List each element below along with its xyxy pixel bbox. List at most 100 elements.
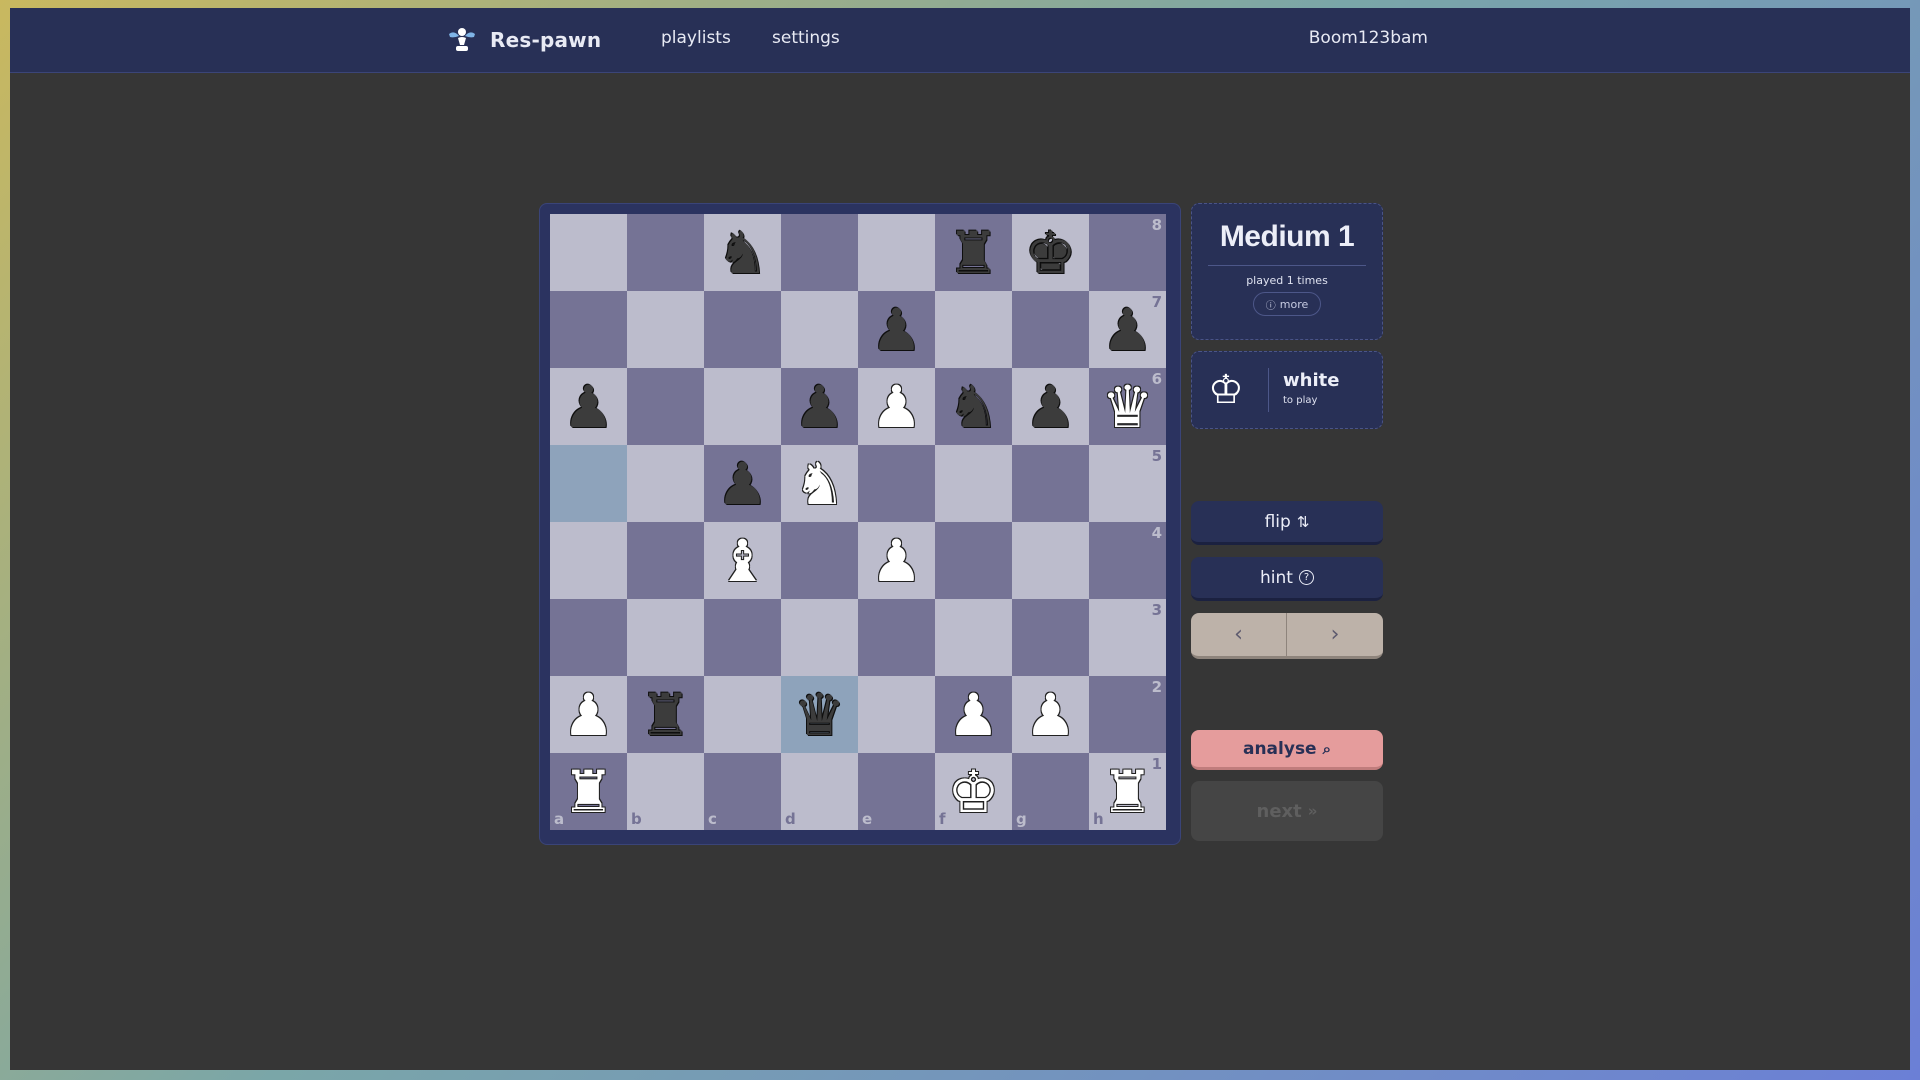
- square-a5[interactable]: [550, 445, 627, 522]
- square-f6[interactable]: ♞: [935, 368, 1012, 445]
- square-d2[interactable]: ♛: [781, 676, 858, 753]
- square-h7[interactable]: 7 ♟: [1089, 291, 1166, 368]
- square-d4[interactable]: [781, 522, 858, 599]
- more-info-button[interactable]: ⓘ more: [1253, 292, 1321, 316]
- square-h5[interactable]: 5: [1089, 445, 1166, 522]
- square-c4[interactable]: ♝: [704, 522, 781, 599]
- square-c6[interactable]: [704, 368, 781, 445]
- black-pawn-icon[interactable]: ♟: [1012, 368, 1089, 445]
- square-a4[interactable]: [550, 522, 627, 599]
- square-e3[interactable]: [858, 599, 935, 676]
- white-queen-icon[interactable]: ♛: [1089, 368, 1166, 445]
- square-b5[interactable]: [627, 445, 704, 522]
- square-g6[interactable]: ♟: [1012, 368, 1089, 445]
- user-account-link[interactable]: Boom123bam: [1309, 28, 1428, 48]
- square-d6[interactable]: ♟: [781, 368, 858, 445]
- brand-logo-link[interactable]: Res-pawn: [446, 22, 601, 58]
- square-d8[interactable]: [781, 214, 858, 291]
- square-h3[interactable]: 3: [1089, 599, 1166, 676]
- next-puzzle-button[interactable]: next »: [1191, 781, 1383, 841]
- square-g8[interactable]: ♚: [1012, 214, 1089, 291]
- square-c3[interactable]: [704, 599, 781, 676]
- white-pawn-icon[interactable]: ♟: [1012, 676, 1089, 753]
- white-pawn-icon[interactable]: ♟: [858, 368, 935, 445]
- black-pawn-icon[interactable]: ♟: [858, 291, 935, 368]
- square-f2[interactable]: ♟: [935, 676, 1012, 753]
- square-e1[interactable]: e: [858, 753, 935, 830]
- square-a2[interactable]: ♟: [550, 676, 627, 753]
- square-h8[interactable]: 8: [1089, 214, 1166, 291]
- square-f7[interactable]: [935, 291, 1012, 368]
- flip-board-button[interactable]: flip ⇅: [1191, 501, 1383, 545]
- hint-button[interactable]: hint ?: [1191, 557, 1383, 601]
- black-rook-icon[interactable]: ♜: [935, 214, 1012, 291]
- square-a3[interactable]: [550, 599, 627, 676]
- black-pawn-icon[interactable]: ♟: [550, 368, 627, 445]
- square-h1[interactable]: 1 h ♜: [1089, 753, 1166, 830]
- square-a7[interactable]: [550, 291, 627, 368]
- square-c7[interactable]: [704, 291, 781, 368]
- square-e8[interactable]: [858, 214, 935, 291]
- square-b4[interactable]: [627, 522, 704, 599]
- square-g4[interactable]: [1012, 522, 1089, 599]
- black-knight-icon[interactable]: ♞: [935, 368, 1012, 445]
- square-h4[interactable]: 4: [1089, 522, 1166, 599]
- nav-settings-link[interactable]: settings: [772, 28, 840, 48]
- square-g7[interactable]: [1012, 291, 1089, 368]
- square-g5[interactable]: [1012, 445, 1089, 522]
- square-h2[interactable]: 2: [1089, 676, 1166, 753]
- square-c8[interactable]: ♞: [704, 214, 781, 291]
- moon-icon[interactable]: [1454, 26, 1476, 48]
- white-pawn-icon[interactable]: ♟: [935, 676, 1012, 753]
- square-d5[interactable]: ♞: [781, 445, 858, 522]
- black-queen-icon[interactable]: ♛: [781, 676, 858, 753]
- square-d1[interactable]: d: [781, 753, 858, 830]
- square-e2[interactable]: [858, 676, 935, 753]
- next-move-button[interactable]: ›: [1287, 613, 1383, 659]
- black-king-icon[interactable]: ♚: [1012, 214, 1089, 291]
- black-rook-icon[interactable]: ♜: [627, 676, 704, 753]
- square-c2[interactable]: [704, 676, 781, 753]
- white-bishop-icon[interactable]: ♝: [704, 522, 781, 599]
- white-rook-icon[interactable]: ♜: [550, 753, 627, 830]
- square-b7[interactable]: [627, 291, 704, 368]
- black-pawn-icon[interactable]: ♟: [781, 368, 858, 445]
- previous-move-button[interactable]: ‹: [1191, 613, 1287, 659]
- square-f8[interactable]: ♜: [935, 214, 1012, 291]
- white-rook-icon[interactable]: ♜: [1089, 753, 1166, 830]
- white-pawn-icon[interactable]: ♟: [550, 676, 627, 753]
- square-g1[interactable]: g: [1012, 753, 1089, 830]
- square-d3[interactable]: [781, 599, 858, 676]
- square-f1[interactable]: f ♚: [935, 753, 1012, 830]
- white-king-icon[interactable]: ♚: [935, 753, 1012, 830]
- square-f5[interactable]: [935, 445, 1012, 522]
- nav-playlists-link[interactable]: playlists: [661, 28, 731, 48]
- white-pawn-icon[interactable]: ♟: [858, 522, 935, 599]
- square-f4[interactable]: [935, 522, 1012, 599]
- square-h6[interactable]: 6 ♛: [1089, 368, 1166, 445]
- square-c1[interactable]: c: [704, 753, 781, 830]
- square-a6[interactable]: ♟: [550, 368, 627, 445]
- square-d7[interactable]: [781, 291, 858, 368]
- black-knight-icon[interactable]: ♞: [704, 214, 781, 291]
- square-a1[interactable]: a ♜: [550, 753, 627, 830]
- square-c5[interactable]: ♟: [704, 445, 781, 522]
- square-b3[interactable]: [627, 599, 704, 676]
- square-e5[interactable]: [858, 445, 935, 522]
- square-b8[interactable]: [627, 214, 704, 291]
- square-g2[interactable]: ♟: [1012, 676, 1089, 753]
- white-knight-icon[interactable]: ♞: [781, 445, 858, 522]
- square-e7[interactable]: ♟: [858, 291, 935, 368]
- square-g3[interactable]: [1012, 599, 1089, 676]
- black-pawn-icon[interactable]: ♟: [704, 445, 781, 522]
- square-e4[interactable]: ♟: [858, 522, 935, 599]
- chess-board[interactable]: ♞ ♜ ♚ 8 ♟ 7 ♟ ♟ ♟ ♟ ♞ ♟ 6 ♛ ♟ ♞ 5 ♝ ♟ 4 3 ♟ ♜ ♛ ♟ ♟ 2 a ♜ b c d e f ♚ g 1 h ♜: [550, 214, 1166, 830]
- square-b6[interactable]: [627, 368, 704, 445]
- analyse-button[interactable]: analyse ⌕: [1191, 730, 1383, 770]
- square-e6[interactable]: ♟: [858, 368, 935, 445]
- square-b1[interactable]: b: [627, 753, 704, 830]
- square-b2[interactable]: ♜: [627, 676, 704, 753]
- square-a8[interactable]: [550, 214, 627, 291]
- black-pawn-icon[interactable]: ♟: [1089, 291, 1166, 368]
- square-f3[interactable]: [935, 599, 1012, 676]
